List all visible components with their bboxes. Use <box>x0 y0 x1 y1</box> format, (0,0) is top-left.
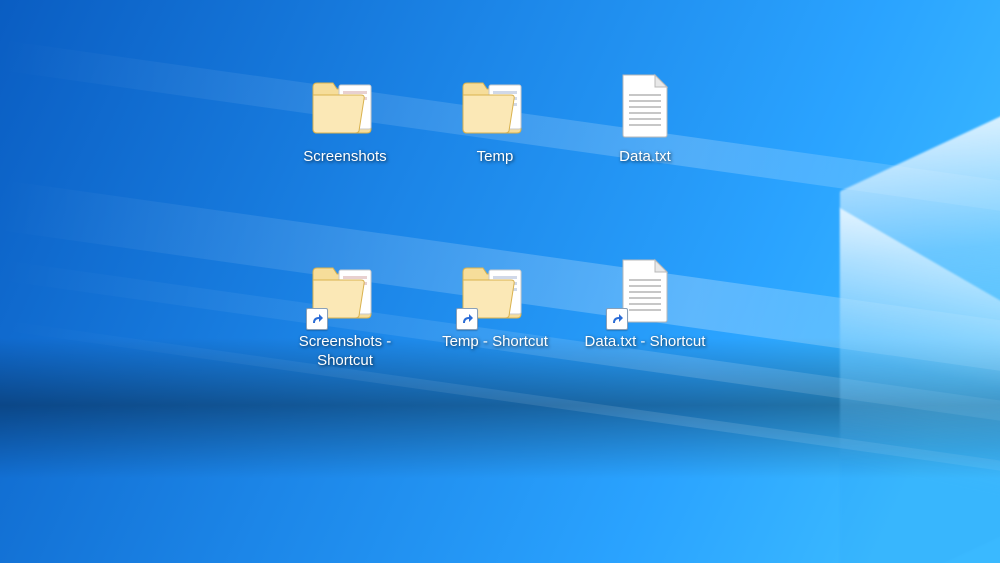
text-file-icon <box>605 70 685 142</box>
desktop-item-label: Temp - Shortcut <box>442 333 548 352</box>
desktop-icon-grid: Screenshots Temp <box>270 70 720 415</box>
desktop-item-label: Data.txt <box>619 148 671 167</box>
desktop-item-label: Screenshots - Shortcut <box>270 333 420 371</box>
desktop-item-data-txt[interactable]: Data.txt <box>570 70 720 210</box>
desktop-item-label: Temp <box>477 148 514 167</box>
desktop-item-data-txt-shortcut[interactable]: Data.txt - Shortcut <box>570 255 720 415</box>
folder-icon <box>455 70 535 142</box>
desktop-item-temp-shortcut[interactable]: Temp - Shortcut <box>420 255 570 415</box>
desktop-item-label: Data.txt - Shortcut <box>585 333 706 352</box>
desktop-item-label: Screenshots <box>303 148 386 167</box>
text-file-icon <box>605 255 685 327</box>
desktop-item-temp[interactable]: Temp <box>420 70 570 210</box>
shortcut-arrow-icon <box>606 308 628 330</box>
desktop[interactable]: Screenshots Temp <box>0 0 1000 563</box>
shortcut-arrow-icon <box>456 308 478 330</box>
desktop-item-screenshots[interactable]: Screenshots <box>270 70 420 210</box>
shortcut-arrow-icon <box>306 308 328 330</box>
folder-icon <box>305 70 385 142</box>
folder-icon <box>305 255 385 327</box>
desktop-item-screenshots-shortcut[interactable]: Screenshots - Shortcut <box>270 255 420 415</box>
folder-icon <box>455 255 535 327</box>
